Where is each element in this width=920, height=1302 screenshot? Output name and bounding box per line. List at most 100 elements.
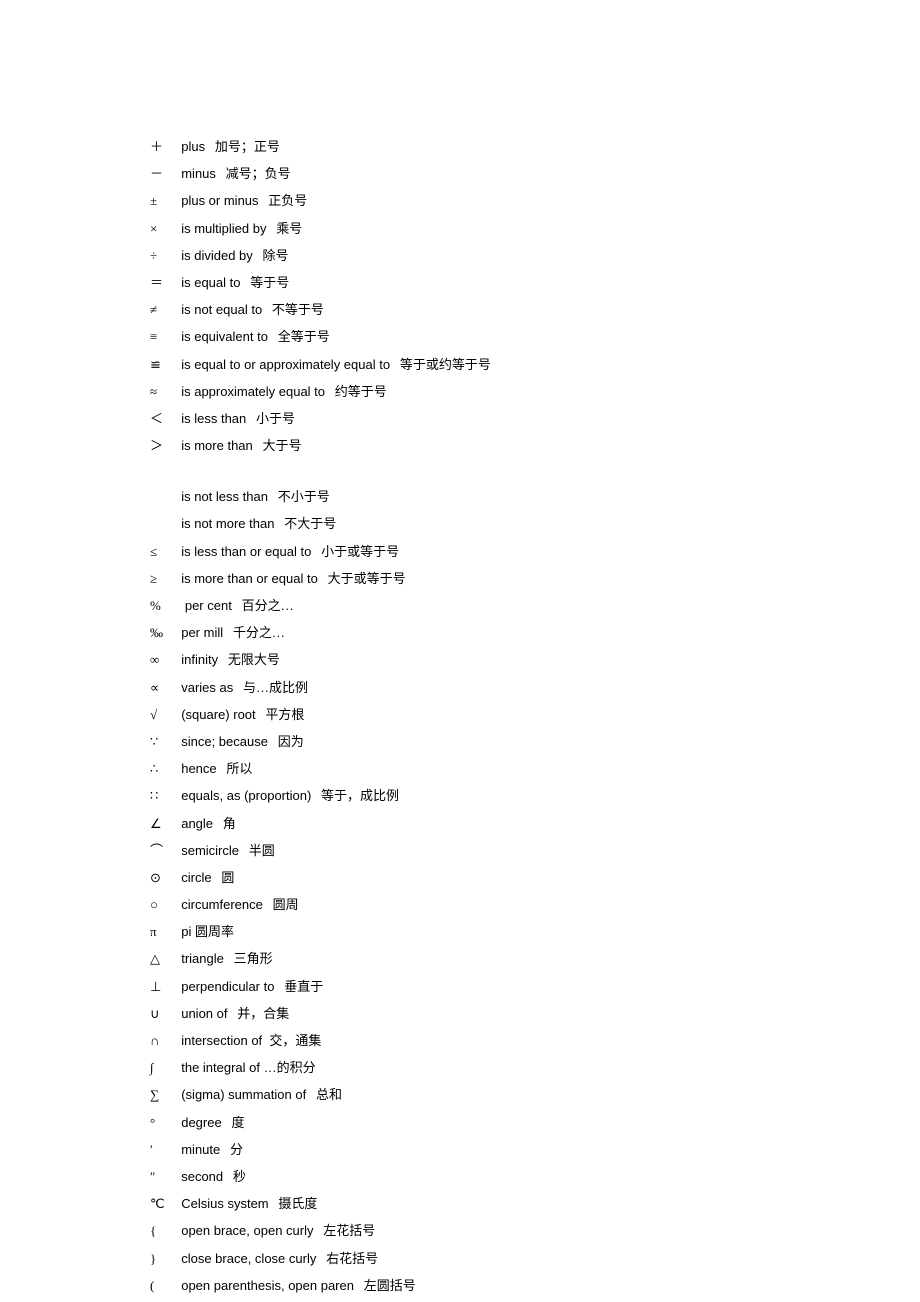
english-label: angle xyxy=(174,816,213,831)
symbol-glyph: ≈ xyxy=(150,385,174,398)
chinese-label: 角 xyxy=(213,816,236,831)
symbol-glyph: ⊙ xyxy=(150,871,174,884)
symbol-entry: ′ minute 分 xyxy=(150,1143,920,1156)
chinese-label: 垂直于 xyxy=(274,979,323,994)
chinese-label: 大于号 xyxy=(253,438,302,453)
english-label: is not equal to xyxy=(174,302,262,317)
symbol-glyph xyxy=(150,490,174,503)
chinese-label: 总和 xyxy=(306,1087,342,1102)
symbol-glyph: ∪ xyxy=(150,1007,174,1020)
chinese-label: 与…成比例 xyxy=(233,680,308,695)
chinese-label: 半圆 xyxy=(239,843,275,858)
symbol-glyph: ( xyxy=(150,1279,174,1292)
symbol-entry: ∫ the integral of …的积分 xyxy=(150,1061,920,1074)
symbol-glyph: ⊥ xyxy=(150,980,174,993)
symbol-glyph: ≡ xyxy=(150,330,174,343)
english-label: minute xyxy=(174,1142,220,1157)
english-label: is multiplied by xyxy=(174,221,266,236)
symbol-entry: √ (square) root 平方根 xyxy=(150,708,920,721)
symbol-glyph: ＋ xyxy=(150,140,174,153)
symbol-glyph: ∑ xyxy=(150,1088,174,1101)
english-label: is equal to or approximately equal to xyxy=(174,357,390,372)
english-label: perpendicular to xyxy=(174,979,274,994)
symbol-entry: ≡ is equivalent to 全等于号 xyxy=(150,330,920,343)
symbol-glyph: × xyxy=(150,222,174,235)
symbol-entry: ∝ varies as 与…成比例 xyxy=(150,681,920,694)
symbol-entry: is not less than 不小于号 xyxy=(150,490,920,503)
symbol-entry: × is multiplied by 乘号 xyxy=(150,222,920,235)
symbol-glyph xyxy=(150,517,174,530)
symbol-entry: ÷ is divided by 除号 xyxy=(150,249,920,262)
symbol-glyph: ÷ xyxy=(150,249,174,262)
english-label: is less than xyxy=(174,411,246,426)
chinese-label: 并，合集 xyxy=(228,1006,290,1021)
english-label: is equal to xyxy=(174,275,241,290)
symbol-entry: ( open parenthesis, open paren 左圆括号 xyxy=(150,1279,920,1292)
english-label: plus or minus xyxy=(174,193,259,208)
english-label: second xyxy=(174,1169,223,1184)
chinese-label: 平方根 xyxy=(256,707,305,722)
english-label: equals, as (proportion) xyxy=(174,788,311,803)
english-label: open parenthesis, open paren xyxy=(174,1278,354,1293)
chinese-label: 圆 xyxy=(212,870,235,885)
english-label: circumference xyxy=(174,897,263,912)
chinese-label: 乘号 xyxy=(266,221,302,236)
english-label: is divided by xyxy=(174,248,253,263)
symbol-glyph: ′ xyxy=(150,1143,174,1156)
symbol-glyph: π xyxy=(150,925,174,938)
symbol-entry: ≈ is approximately equal to 约等于号 xyxy=(150,385,920,398)
symbol-entry: ∩ intersection of 交，通集 xyxy=(150,1034,920,1047)
symbol-glyph: ∫ xyxy=(150,1061,174,1074)
symbol-entry: ± plus or minus 正负号 xyxy=(150,194,920,207)
english-label: the integral of …的积分 xyxy=(174,1060,316,1075)
symbol-entry: ≥ is more than or equal to 大于或等于号 xyxy=(150,572,920,585)
english-label: open brace, open curly xyxy=(174,1223,313,1238)
symbol-glyph: ＝ xyxy=(150,276,174,289)
symbol-glyph: ∩ xyxy=(150,1034,174,1047)
chinese-label: 大于或等于号 xyxy=(318,571,406,586)
chinese-label: 等于或约等于号 xyxy=(390,357,491,372)
chinese-label: 圆周 xyxy=(263,897,299,912)
english-label: is not less than xyxy=(174,489,268,504)
symbol-glyph: ≠ xyxy=(150,303,174,316)
chinese-label: 无限大号 xyxy=(218,652,280,667)
english-label: plus xyxy=(174,139,205,154)
english-label: since; because xyxy=(174,734,268,749)
symbol-glyph: ≥ xyxy=(150,572,174,585)
section-gap xyxy=(150,466,920,490)
symbol-glyph: ∵ xyxy=(150,735,174,748)
chinese-label: 等于，成比例 xyxy=(311,788,399,803)
english-label: (square) root xyxy=(174,707,256,722)
symbol-glyph: ‰ xyxy=(150,626,174,639)
english-label: pi 圆周率 xyxy=(174,924,234,939)
symbol-glyph: ∷ xyxy=(150,789,174,802)
chinese-label: 不等于号 xyxy=(262,302,324,317)
english-label: Celsius system xyxy=(174,1196,269,1211)
english-label: triangle xyxy=(174,951,224,966)
chinese-label: 分 xyxy=(220,1142,243,1157)
symbol-entry: ∞ infinity 无限大号 xyxy=(150,653,920,666)
symbol-entry: ○ circumference 圆周 xyxy=(150,898,920,911)
symbol-entry: ≌ is equal to or approximately equal to … xyxy=(150,358,920,371)
chinese-label: 所以 xyxy=(217,761,253,776)
chinese-label: 减号；负号 xyxy=(216,166,291,181)
english-label: degree xyxy=(174,1115,222,1130)
chinese-label: 加号；正号 xyxy=(205,139,280,154)
english-label: varies as xyxy=(174,680,233,695)
chinese-label: 度 xyxy=(222,1115,245,1130)
chinese-label: 左花括号 xyxy=(313,1223,375,1238)
chinese-label: 左圆括号 xyxy=(354,1278,416,1293)
symbol-list: ＋ plus 加号；正号－ minus 减号；负号± plus or minus… xyxy=(150,140,920,1292)
symbol-entry: is not more than 不大于号 xyxy=(150,517,920,530)
symbol-entry: ⊙ circle 圆 xyxy=(150,871,920,884)
symbol-entry: ∴ hence 所以 xyxy=(150,762,920,775)
chinese-label: 因为 xyxy=(268,734,304,749)
symbol-entry: ⌒ semicircle 半圆 xyxy=(150,844,920,857)
symbol-entry: △ triangle 三角形 xyxy=(150,952,920,965)
english-label: per mill xyxy=(174,625,223,640)
english-label: is approximately equal to xyxy=(174,384,325,399)
symbol-glyph: △ xyxy=(150,952,174,965)
symbol-entry: ⊥ perpendicular to 垂直于 xyxy=(150,980,920,993)
chinese-label: 正负号 xyxy=(259,193,308,208)
symbol-glyph: ℃ xyxy=(150,1197,174,1210)
